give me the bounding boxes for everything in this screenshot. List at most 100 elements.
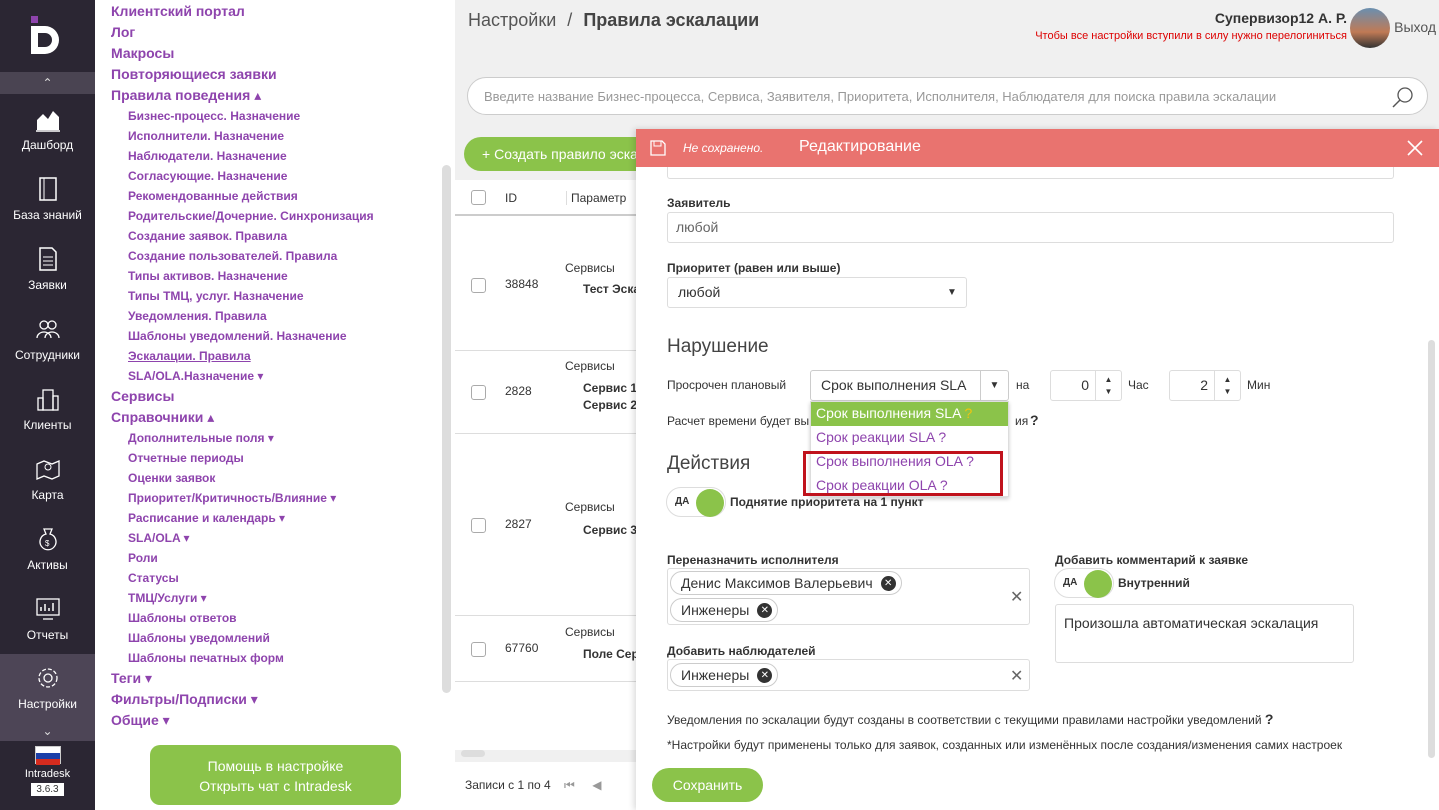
menu-item-rule[interactable]: Создание пользователей. Правила <box>95 246 455 266</box>
table-row[interactable]: 38848 Сервисы Тест Эскалации <box>455 218 676 351</box>
menu-item-tags[interactable]: Теги ▾ <box>95 668 455 689</box>
priority-select[interactable]: любой ▼ <box>667 277 967 308</box>
rail-item-settings[interactable]: Настройки <box>0 654 95 721</box>
avatar[interactable] <box>1350 8 1390 48</box>
menu-item-general[interactable]: Общие ▾ <box>95 710 455 731</box>
remove-tag-icon[interactable]: ✕ <box>757 668 773 683</box>
menu-item-rule[interactable]: Создание заявок. Правила <box>95 226 455 246</box>
menu-section-refs[interactable]: Справочники ▴ <box>95 407 455 428</box>
save-button[interactable]: Сохранить <box>652 768 763 802</box>
help-question-icon[interactable]: ? <box>1265 711 1274 727</box>
stepper-arrows-icon[interactable]: ▲ ▼ <box>1095 371 1121 400</box>
menu-item-ref[interactable]: SLA/OLA ▾ <box>95 528 455 548</box>
dropdown-option[interactable]: Срок реакции SLA ? <box>811 426 1008 450</box>
search-icon[interactable] <box>1391 85 1415 109</box>
raise-priority-toggle[interactable]: ДА <box>666 487 726 517</box>
menu-item-rule[interactable]: Типы ТМЦ, услуг. Назначение <box>95 286 455 306</box>
column-param[interactable]: Параметр <box>566 191 626 205</box>
help-chat-button[interactable]: Помощь в настройке Открыть чат с Intrade… <box>150 745 401 805</box>
user-name[interactable]: Супервизор12 А. Р. <box>1035 10 1347 26</box>
prev-page-icon[interactable]: ◀ <box>592 778 601 792</box>
panel-scrollbar[interactable] <box>1428 340 1435 758</box>
remove-tag-icon[interactable]: ✕ <box>757 603 773 618</box>
menu-item-ref[interactable]: Расписание и календарь ▾ <box>95 508 455 528</box>
menu-item-rule[interactable]: Согласующие. Назначение <box>95 166 455 186</box>
menu-item-recurring[interactable]: Повторяющиеся заявки <box>95 64 455 85</box>
close-icon[interactable] <box>1407 140 1423 156</box>
rail-item-reports[interactable]: Отчеты <box>0 584 95 654</box>
table-hscrollbar[interactable] <box>461 750 485 757</box>
search-input[interactable]: Введите название Бизнес-процесса, Сервис… <box>467 77 1428 115</box>
dropdown-option[interactable]: Срок выполнения SLA ? <box>811 402 1008 426</box>
logout-link[interactable]: Выход <box>1394 19 1436 35</box>
menu-item-ref[interactable]: Роли <box>95 548 455 568</box>
select-all-checkbox[interactable] <box>471 190 486 205</box>
menu-item-ref[interactable]: Отчетные периоды <box>95 448 455 468</box>
create-rule-button[interactable]: + Создать правило эскалации <box>464 137 664 171</box>
row-checkbox[interactable] <box>471 518 486 533</box>
menu-item-escalation-rules[interactable]: Эскалации. Правила <box>95 346 455 366</box>
rail-item-tickets[interactable]: Заявки <box>0 234 95 304</box>
menu-section-rules[interactable]: Правила поведения ▴ <box>95 85 455 106</box>
menu-item-services[interactable]: Сервисы <box>95 386 455 407</box>
gear-icon <box>37 667 58 688</box>
rail-item-assets[interactable]: $ Активы <box>0 514 95 584</box>
intradesk-logo[interactable] <box>0 0 95 72</box>
overdue-select[interactable]: Срок выполнения SLA ▼ <box>810 370 1009 401</box>
remove-tag-icon[interactable]: ✕ <box>880 576 896 591</box>
row-checkbox[interactable] <box>471 642 486 657</box>
menu-item-ref[interactable]: Шаблоны уведомлений <box>95 628 455 648</box>
menu-item-macros[interactable]: Макросы <box>95 43 455 64</box>
minutes-stepper[interactable]: 2 ▲ ▼ <box>1169 370 1241 401</box>
menu-item-rule[interactable]: Шаблоны уведомлений. Назначение <box>95 326 455 346</box>
row-checkbox[interactable] <box>471 385 486 400</box>
rail-item-map[interactable]: Карта <box>0 444 95 514</box>
menu-item-filters[interactable]: Фильтры/Подписки ▾ <box>95 689 455 710</box>
stepper-arrows-icon[interactable]: ▲ ▼ <box>1214 371 1240 400</box>
menu-item-ref[interactable]: Оценки заявок <box>95 468 455 488</box>
breadcrumb-separator: / <box>567 10 573 30</box>
rail-scroll-up-icon[interactable]: ⌃ <box>0 72 95 94</box>
menu-item-log[interactable]: Лог <box>95 22 455 43</box>
menu-item-ref[interactable]: Шаблоны ответов <box>95 608 455 628</box>
hours-stepper[interactable]: 0 ▲ ▼ <box>1050 370 1122 401</box>
menu-item-rule[interactable]: Типы активов. Назначение <box>95 266 455 286</box>
menu-item-rule[interactable]: Бизнес-процесс. Назначение <box>95 106 455 126</box>
menu-item-rule[interactable]: Уведомления. Правила <box>95 306 455 326</box>
menu-item-rule[interactable]: Исполнители. Назначение <box>95 126 455 146</box>
clear-watchers-icon[interactable]: ✕ <box>1010 666 1023 686</box>
flag-icon[interactable] <box>34 746 61 765</box>
help-question-icon[interactable]: ? <box>1030 412 1039 428</box>
menu-item-rule[interactable]: Родительские/Дочерние. Синхронизация <box>95 206 455 226</box>
help-question-icon[interactable]: ? <box>965 405 973 421</box>
rail-item-dashboard[interactable]: Дашборд <box>0 94 95 164</box>
menu-item-ref[interactable]: Приоритет/Критичность/Влияние ▾ <box>95 488 455 508</box>
table-row[interactable]: 67760 Сервисы Поле Сервис <box>455 616 660 682</box>
calc-note: Расчет времени будет вы <box>667 414 810 428</box>
table-row[interactable]: 2827 Сервисы Сервис 3 <box>455 434 637 616</box>
first-page-icon[interactable]: ⏮ <box>564 778 575 792</box>
menu-scrollbar[interactable] <box>442 165 451 693</box>
rail-item-clients[interactable]: Клиенты <box>0 374 95 444</box>
table-row[interactable]: 2828 Сервисы Сервис 1 Сервис 2 <box>455 351 637 434</box>
column-id[interactable]: ID <box>505 191 517 205</box>
breadcrumb-root[interactable]: Настройки <box>468 10 556 30</box>
menu-item-rule[interactable]: Рекомендованные действия <box>95 186 455 206</box>
rail-item-employees[interactable]: Сотрудники <box>0 304 95 374</box>
menu-item-rule[interactable]: SLA/OLA.Назначение ▾ <box>95 366 455 386</box>
menu-item-ref[interactable]: Дополнительные поля ▾ <box>95 428 455 448</box>
rail-item-knowledge[interactable]: База знаний <box>0 164 95 234</box>
help-question-icon[interactable]: ? <box>938 429 946 445</box>
requester-field[interactable]: любой <box>667 212 1394 243</box>
row-checkbox[interactable] <box>471 278 486 293</box>
rail-scroll-down-icon[interactable]: ⌄ <box>0 721 95 741</box>
menu-item-ref[interactable]: Шаблоны печатных форм <box>95 648 455 668</box>
comment-textarea[interactable]: Произошла автоматическая эскалация <box>1055 604 1354 663</box>
menu-item-ref[interactable]: Статусы <box>95 568 455 588</box>
menu-item-client-portal[interactable]: Клиентский портал <box>95 1 455 22</box>
menu-item-ref[interactable]: ТМЦ/Услуги ▾ <box>95 588 455 608</box>
internal-comment-toggle[interactable]: ДА <box>1054 568 1114 598</box>
clear-assignees-icon[interactable]: ✕ <box>1010 587 1023 607</box>
save-icon[interactable] <box>650 140 666 156</box>
menu-item-rule[interactable]: Наблюдатели. Назначение <box>95 146 455 166</box>
